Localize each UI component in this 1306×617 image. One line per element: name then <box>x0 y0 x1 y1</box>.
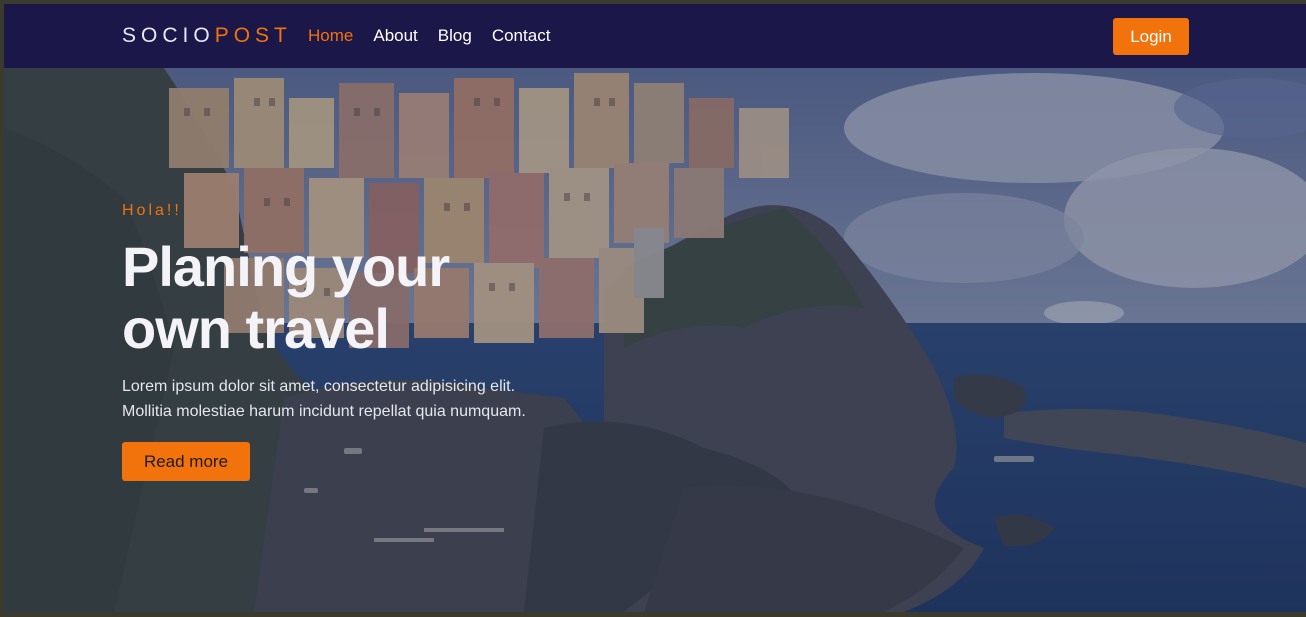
nav-link-about[interactable]: About <box>373 26 417 46</box>
navbar: SOCIOPOST Home About Blog Contact Login <box>4 4 1306 68</box>
page-frame: SOCIOPOST Home About Blog Contact Login <box>4 4 1306 612</box>
login-button[interactable]: Login <box>1113 18 1189 55</box>
hero-description-line1: Lorem ipsum dolor sit amet, consectetur … <box>122 378 516 395</box>
nav-link-home[interactable]: Home <box>308 26 353 46</box>
nav-link-contact[interactable]: Contact <box>492 26 551 46</box>
hero-kicker: Hola!! <box>122 202 182 219</box>
hero-description: Lorem ipsum dolor sit amet, consectetur … <box>122 374 642 424</box>
nav-links: Home About Blog Contact <box>308 26 550 46</box>
hero-description-line2: Mollitia molestiae harum incidunt repell… <box>122 403 526 420</box>
hero-content: Hola!! Planing your own travel Lorem ips… <box>122 202 642 481</box>
brand-logo[interactable]: SOCIOPOST <box>122 24 292 48</box>
nav-link-blog[interactable]: Blog <box>438 26 472 46</box>
read-more-button[interactable]: Read more <box>122 442 250 481</box>
brand-logo-part2: POST <box>214 24 292 47</box>
brand-logo-part1: SOCIO <box>122 24 215 47</box>
hero-section: Hola!! Planing your own travel Lorem ips… <box>4 68 1306 612</box>
hero-title: Planing your own travel <box>122 235 450 360</box>
